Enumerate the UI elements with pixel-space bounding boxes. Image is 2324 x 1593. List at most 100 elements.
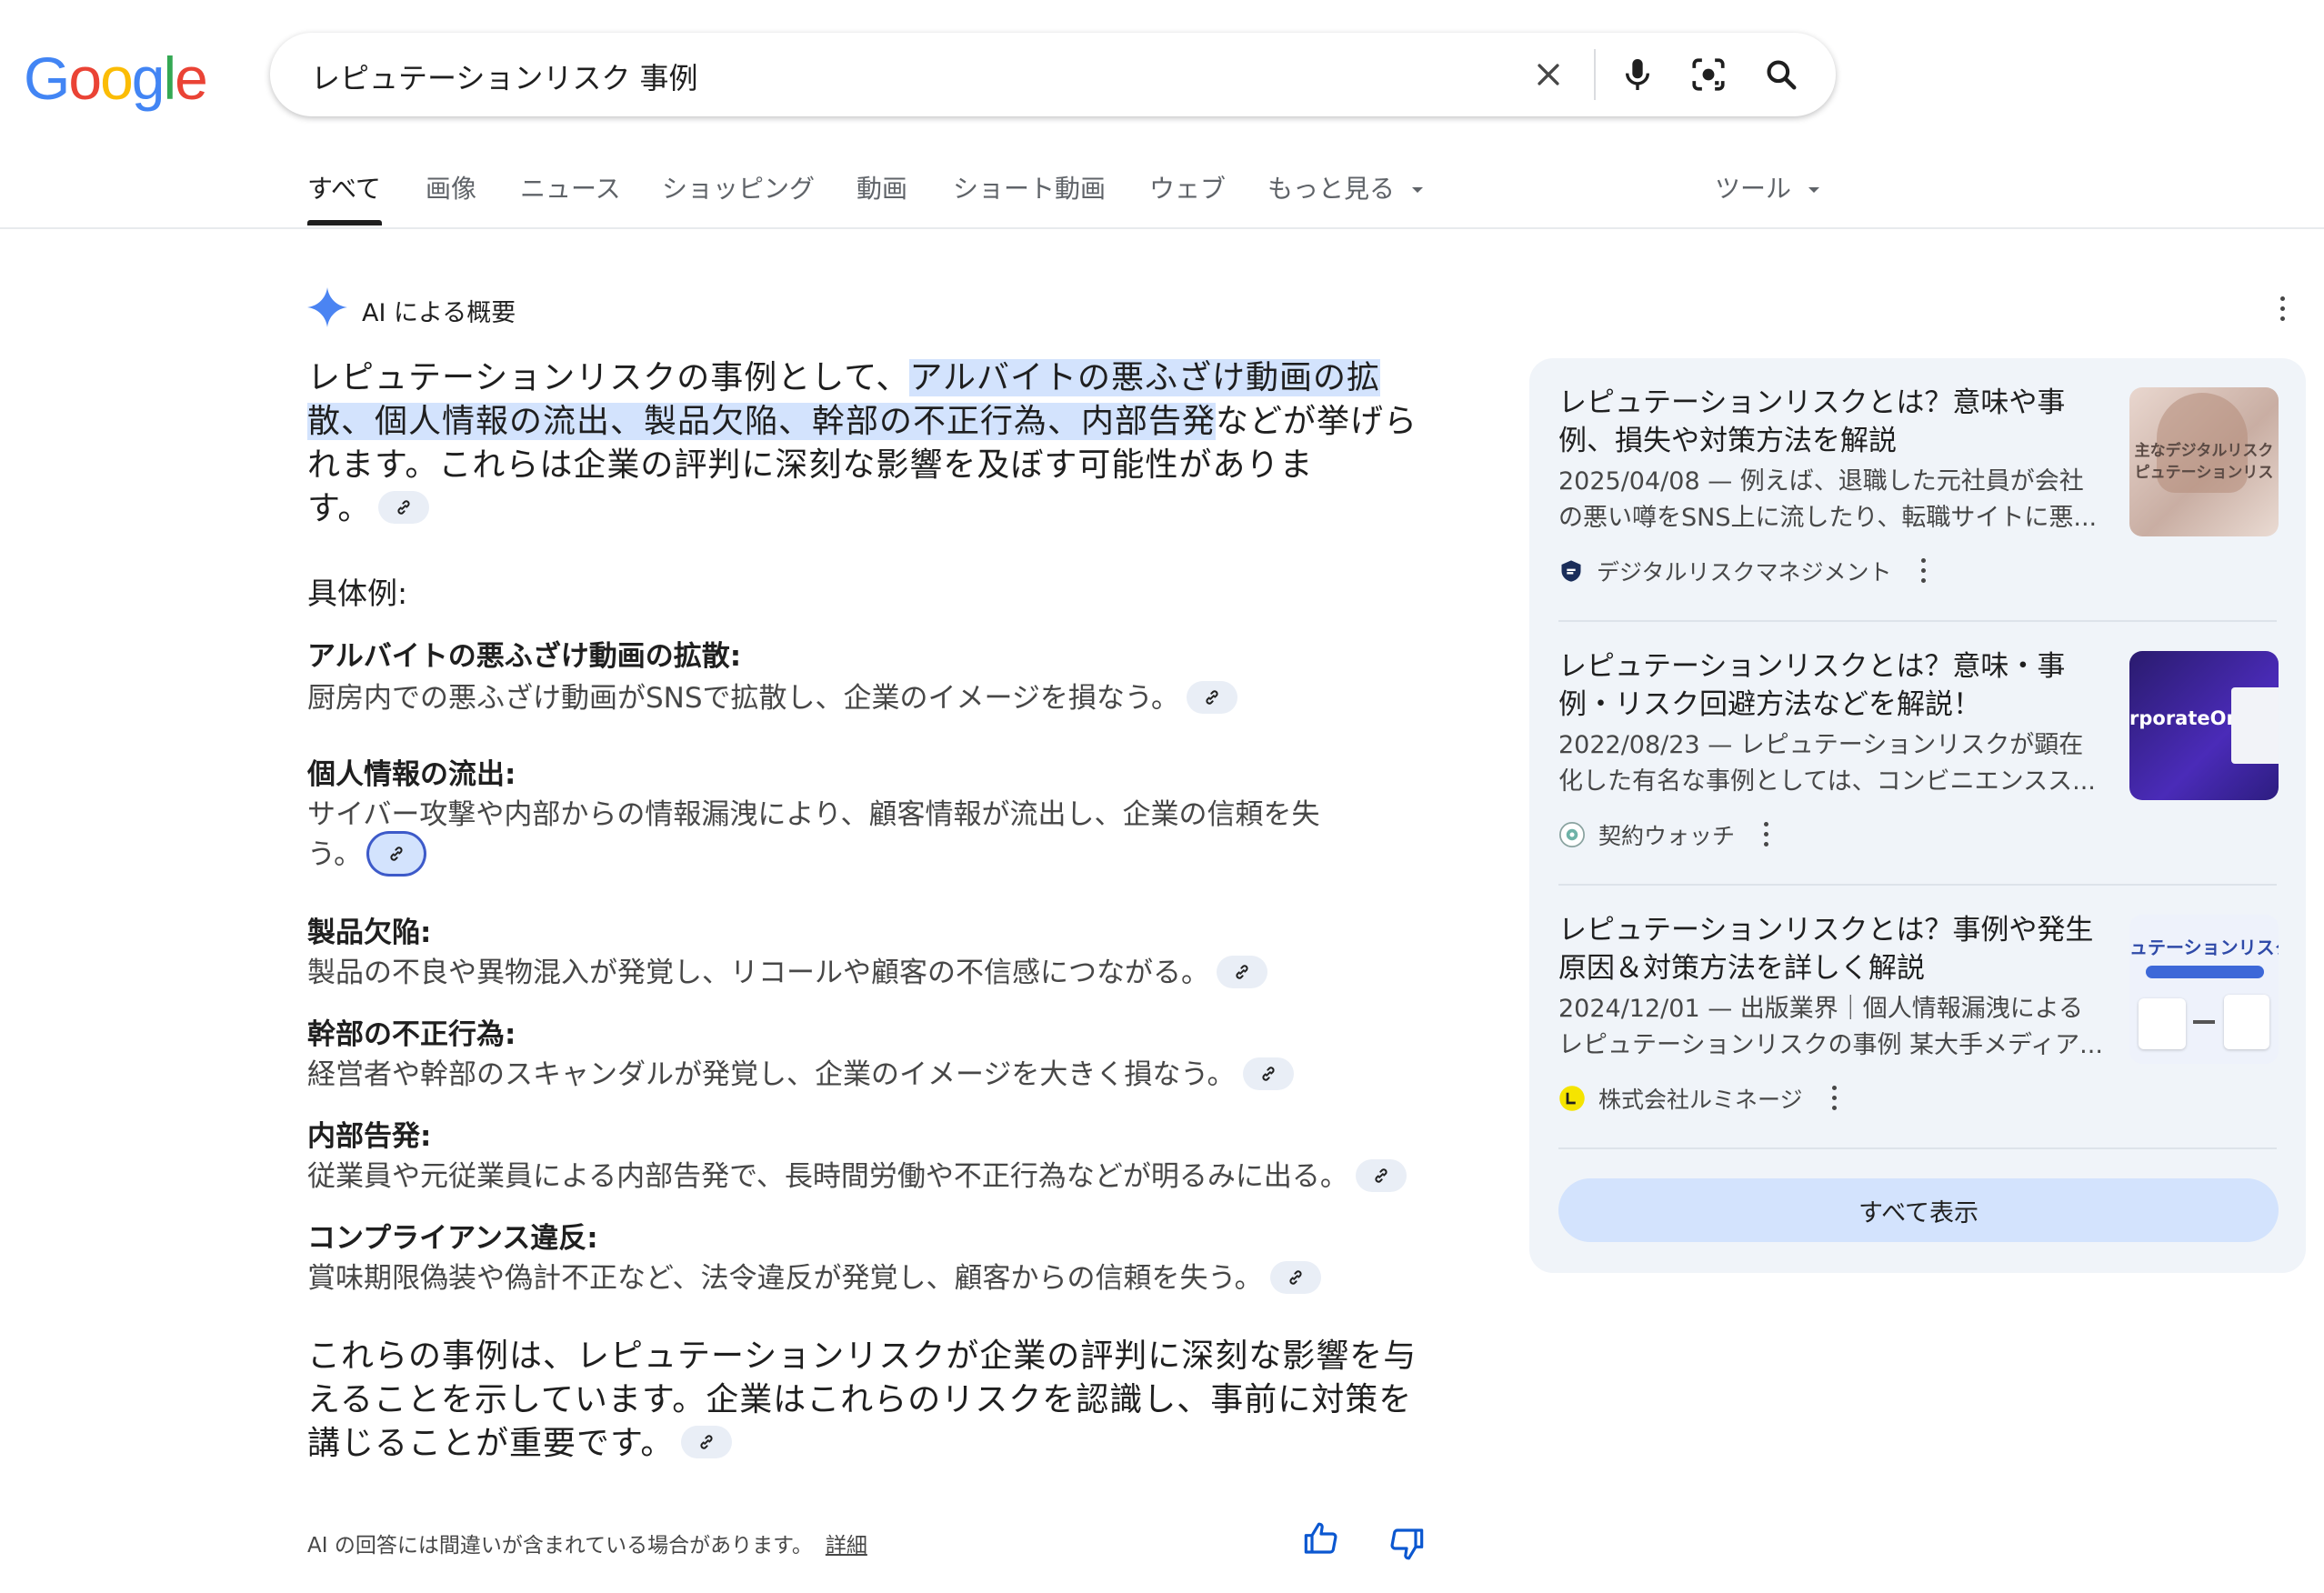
example-desc: サイバー攻撃や内部からの情報漏洩により、顧客情報が流出し、企業の信頼を失 — [307, 798, 1320, 831]
link-icon — [1206, 689, 1218, 705]
more-options-icon[interactable] — [1831, 1086, 1838, 1111]
source-thumbnail[interactable]: ュテーションリスク — [2129, 915, 2279, 1064]
example-title: アルバイトの悪ふざけ動画の拡散: — [307, 640, 742, 673]
ai-intro-line-3: れます。これらは企業の評判に深刻な影響を及ぼす可能性がありま — [307, 446, 1314, 484]
ai-disclaimer: AI の回答には間違いが含まれている場合があります。 詳細 — [307, 1534, 867, 1558]
more-options-icon[interactable] — [2280, 296, 2289, 324]
search-divider — [1594, 49, 1596, 100]
ai-conclusion-line-2: えることを示しています。企業はこれらのリスクを認識し、事前に対策を — [307, 1381, 1413, 1418]
source-title[interactable]: レピュテーションリスクとは？意味や事例、損失や対策方法を解説 — [1558, 384, 2104, 460]
show-all-button[interactable]: すべて表示 — [1558, 1178, 2279, 1242]
thumb-text: 主なデジタルリスク ピュテーションリス — [2134, 442, 2274, 482]
source-meta: デジタルリスクマネジメント — [1558, 555, 1927, 587]
source-name: 株式会社ルミネージ — [1598, 1087, 1803, 1113]
source-name: デジタルリスクマネジメント — [1597, 559, 1892, 586]
example-desc: う。 — [307, 833, 425, 877]
tab-more-label: もっと見る — [1267, 174, 1396, 204]
lens-camera-icon[interactable] — [1685, 51, 1732, 98]
ai-conclusion-line-1: これらの事例は、レピュテーションリスクが企業の評判に深刻な影響を与 — [307, 1338, 1417, 1375]
tab-all[interactable]: すべて — [307, 169, 381, 205]
example-desc: 賞味期限偽装や偽計不正など、法令違反が発覚し、顧客からの信頼を失う。 — [307, 1258, 1321, 1298]
gemini-sparkle-icon — [307, 287, 347, 327]
thumb-device — [2231, 687, 2279, 764]
link-icon — [1289, 1269, 1302, 1285]
microphone-icon[interactable] — [1614, 51, 1661, 98]
link-icon — [1236, 964, 1248, 979]
source-title[interactable]: レピュテーションリスクとは？意味・事例・リスク回避方法などを解説！ — [1558, 647, 2104, 724]
caret-down-icon — [1411, 187, 1423, 193]
source-snippet: 2022/08/23 — レピュテーションリスクが顕在化した有名な事例としては、… — [1558, 731, 2096, 796]
example-desc: 厨房内での悪ふざけ動画がSNSで拡散し、企業のイメージを損なう。 — [307, 678, 1238, 718]
thumb-card — [2224, 995, 2269, 1049]
ai-intro-line-1: レピュテーションリスクの事例として、アルバイトの悪ふざけ動画の拡 — [307, 359, 1381, 396]
source-thumbnail[interactable]: rporateOn — [2129, 651, 2279, 800]
source-title[interactable]: レピュテーションリスクとは？事例や発生原因＆対策方法を詳しく解説 — [1558, 911, 2104, 987]
source-link-chip[interactable] — [378, 491, 430, 524]
tools-label: ツール — [1715, 174, 1792, 204]
tab-shopping[interactable]: ショッピング — [662, 169, 815, 205]
link-icon — [1375, 1167, 1387, 1183]
thumb-text: rporateOn — [2129, 707, 2240, 729]
source-snippet: 2024/12/01 — 出版業界｜個人情報漏洩によるレピュテーションリスクの事… — [1558, 995, 2103, 1059]
example-title: コンプライアンス違反: — [307, 1222, 598, 1255]
google-logo[interactable]: Google — [24, 44, 208, 113]
clear-icon[interactable] — [1525, 51, 1572, 98]
tab-images[interactable]: 画像 — [426, 169, 476, 205]
example-title: 幹部の不正行為: — [307, 1018, 516, 1051]
search-tabs: すべて 画像 ニュース ショッピング 動画 ショート動画 ウェブ もっと見る ツ… — [307, 169, 1835, 229]
source-link-chip[interactable] — [1217, 955, 1267, 988]
source-link-chip[interactable] — [1242, 1057, 1294, 1090]
tools-button[interactable]: ツール — [1715, 169, 1821, 205]
ai-overview-label: AI による概要 — [362, 299, 516, 327]
example-desc: 製品の不良や異物混入が発覚し、リコールや顧客の不信感につながる。 — [307, 953, 1267, 993]
more-options-icon[interactable] — [1764, 822, 1769, 847]
details-link[interactable]: 詳細 — [826, 1534, 867, 1558]
search-box[interactable]: レピュテーションリスク 事例 — [270, 33, 1836, 116]
more-options-icon[interactable] — [1920, 558, 1927, 584]
sources-panel: レピュテーションリスクとは？意味や事例、損失や対策方法を解説 2025/04/0… — [1529, 358, 2306, 1273]
example-title: 個人情報の流出: — [307, 758, 516, 791]
ai-conclusion-line-3: 講じることが重要です。 — [307, 1422, 1453, 1466]
search-input[interactable]: レピュテーションリスク 事例 — [311, 55, 698, 97]
source-meta: 契約ウォッチ — [1558, 818, 1769, 851]
thumb-card — [2139, 998, 2186, 1049]
card-divider — [1558, 1147, 2277, 1149]
keiyaku-watch-logo-icon — [1559, 822, 1585, 847]
tab-short-videos[interactable]: ショート動画 — [953, 169, 1106, 205]
tab-more[interactable]: もっと見る — [1267, 169, 1425, 205]
link-icon — [1261, 1066, 1275, 1081]
source-link-chip[interactable] — [1269, 1260, 1321, 1294]
caret-down-icon — [1808, 187, 1819, 193]
header-divider — [0, 227, 2324, 229]
ai-intro-line-2: 散、個人情報の流出、製品欠陥、幹部の不正行為、内部告発などが挙げら — [307, 403, 1418, 440]
tab-news[interactable]: ニュース — [520, 169, 621, 205]
thumb-arrow — [2193, 1020, 2215, 1024]
source-link-chip[interactable] — [1187, 680, 1238, 714]
tab-web[interactable]: ウェブ — [1149, 169, 1226, 205]
source-snippet: 2025/04/08 — 例えば、退職した元社員が会社の悪い噂をSNS上に流した… — [1558, 467, 2098, 532]
search-icon[interactable] — [1758, 51, 1805, 98]
card-divider — [1558, 620, 2277, 622]
link-icon — [390, 846, 403, 861]
active-tab-indicator — [307, 220, 382, 225]
source-meta: 株式会社ルミネージ — [1558, 1082, 1838, 1115]
thumb-banner — [2146, 966, 2264, 978]
source-name: 契約ウォッチ — [1598, 823, 1736, 849]
thumb-text: ュテーションリスク — [2129, 937, 2279, 958]
ai-intro-line-4: す。 — [307, 487, 1453, 531]
source-link-chip[interactable] — [1355, 1158, 1407, 1192]
thumbs-up-icon[interactable] — [1302, 1520, 1340, 1557]
highlighted-text: アルバイトの悪ふざけ動画の拡 — [909, 359, 1381, 396]
source-link-chip[interactable] — [681, 1426, 733, 1458]
link-icon — [700, 1435, 713, 1449]
tab-videos[interactable]: 動画 — [856, 169, 907, 205]
source-link-chip[interactable] — [369, 833, 425, 874]
thumbs-down-icon[interactable] — [1387, 1526, 1426, 1562]
digital-risk-logo-icon — [1561, 560, 1581, 582]
examples-heading: 具体例: — [307, 576, 408, 611]
example-title: 製品欠陥: — [307, 917, 432, 949]
source-thumbnail[interactable]: 主なデジタルリスク ピュテーションリス — [2129, 387, 2279, 536]
example-title: 内部告発: — [307, 1120, 432, 1153]
example-desc: 従業員や元従業員による内部告発で、長時間労働や不正行為などが明るみに出る。 — [307, 1157, 1407, 1197]
card-divider — [1558, 884, 2277, 886]
